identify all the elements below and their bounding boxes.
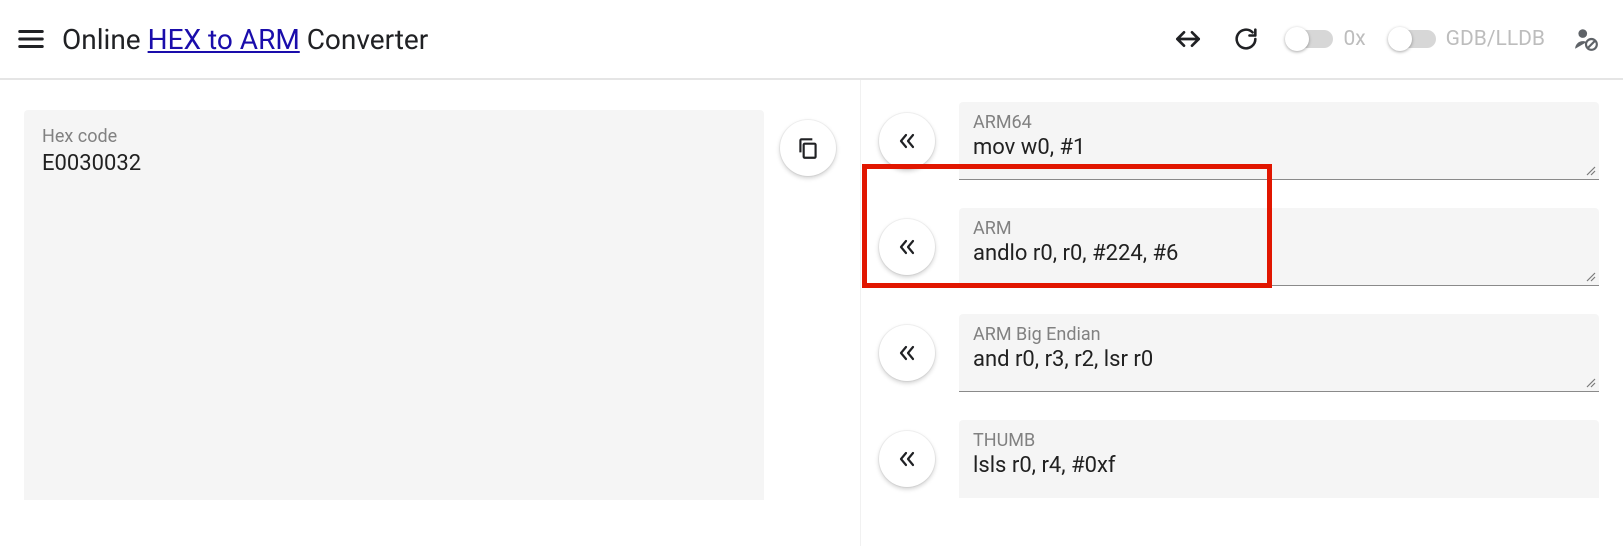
use-result-button[interactable]: [879, 219, 935, 275]
result-row-thumb: THUMB lsls r0, r4, #0xf: [861, 420, 1599, 498]
result-arch-label: ARM Big Endian: [973, 324, 1585, 345]
chevron-double-left-icon: [895, 341, 919, 365]
header-left: Online HEX to ARM Converter: [14, 22, 428, 56]
toggle-gdb-label: GDB/LLDB: [1446, 27, 1545, 51]
result-arch-label: ARM64: [973, 112, 1585, 133]
result-row-arm-be: ARM Big Endian and r0, r3, r2, lsr r0: [861, 314, 1599, 392]
page-title: Online HEX to ARM Converter: [62, 23, 428, 56]
result-row-arm: ARM andlo r0, r0, #224, #6: [861, 208, 1599, 286]
swap-horizontal-icon: [1172, 23, 1204, 55]
chevron-double-left-icon: [895, 447, 919, 471]
user-block-icon: [1573, 26, 1599, 52]
result-arch-label: THUMB: [973, 430, 1585, 451]
refresh-icon: [1232, 25, 1260, 53]
main: Hex code E0030032 ARM64 mov w0, #1 ARM: [0, 80, 1623, 546]
result-box-arm64[interactable]: ARM64 mov w0, #1: [959, 102, 1599, 180]
result-arch-label: ARM: [973, 218, 1585, 239]
hex-panel: Hex code E0030032: [0, 80, 860, 546]
hex-input[interactable]: Hex code E0030032: [24, 110, 764, 500]
swap-button[interactable]: [1171, 22, 1205, 56]
title-prefix: Online: [62, 23, 148, 56]
hex-input-label: Hex code: [42, 126, 746, 147]
hex-input-value: E0030032: [42, 151, 746, 176]
toggle-gdb: GDB/LLDB: [1390, 27, 1545, 51]
toggle-gdb-switch[interactable]: [1390, 30, 1436, 48]
copy-icon: [795, 135, 821, 161]
result-box-arm-be[interactable]: ARM Big Endian and r0, r3, r2, lsr r0: [959, 314, 1599, 392]
chevron-double-left-icon: [895, 235, 919, 259]
menu-icon: [16, 24, 46, 54]
result-box-arm[interactable]: ARM andlo r0, r0, #224, #6: [959, 208, 1599, 286]
toggle-0x-switch[interactable]: [1287, 30, 1333, 48]
use-result-button[interactable]: [879, 431, 935, 487]
copy-button[interactable]: [780, 120, 836, 176]
app-header: Online HEX to ARM Converter 0x GDB/LLDB: [0, 0, 1623, 80]
results-panel: ARM64 mov w0, #1 ARM andlo r0, r0, #224,…: [860, 80, 1623, 546]
title-suffix: Converter: [300, 23, 429, 56]
chevron-double-left-icon: [895, 129, 919, 153]
result-row-arm64: ARM64 mov w0, #1: [861, 102, 1599, 180]
resize-handle-icon[interactable]: [1585, 271, 1597, 283]
use-result-button[interactable]: [879, 325, 935, 381]
resize-handle-icon[interactable]: [1585, 377, 1597, 389]
user-block-button[interactable]: [1569, 22, 1603, 56]
result-box-thumb[interactable]: THUMB lsls r0, r4, #0xf: [959, 420, 1599, 498]
toggle-0x-label: 0x: [1343, 27, 1365, 51]
title-link[interactable]: HEX to ARM: [148, 23, 300, 56]
resize-handle-icon[interactable]: [1585, 165, 1597, 177]
header-right: 0x GDB/LLDB: [1171, 22, 1603, 56]
result-asm-value: lsls r0, r4, #0xf: [973, 453, 1585, 478]
menu-button[interactable]: [14, 22, 48, 56]
result-asm-value: mov w0, #1: [973, 135, 1585, 160]
refresh-button[interactable]: [1229, 22, 1263, 56]
use-result-button[interactable]: [879, 113, 935, 169]
result-asm-value: and r0, r3, r2, lsr r0: [973, 347, 1585, 372]
result-asm-value: andlo r0, r0, #224, #6: [973, 241, 1585, 266]
toggle-0x: 0x: [1287, 27, 1365, 51]
